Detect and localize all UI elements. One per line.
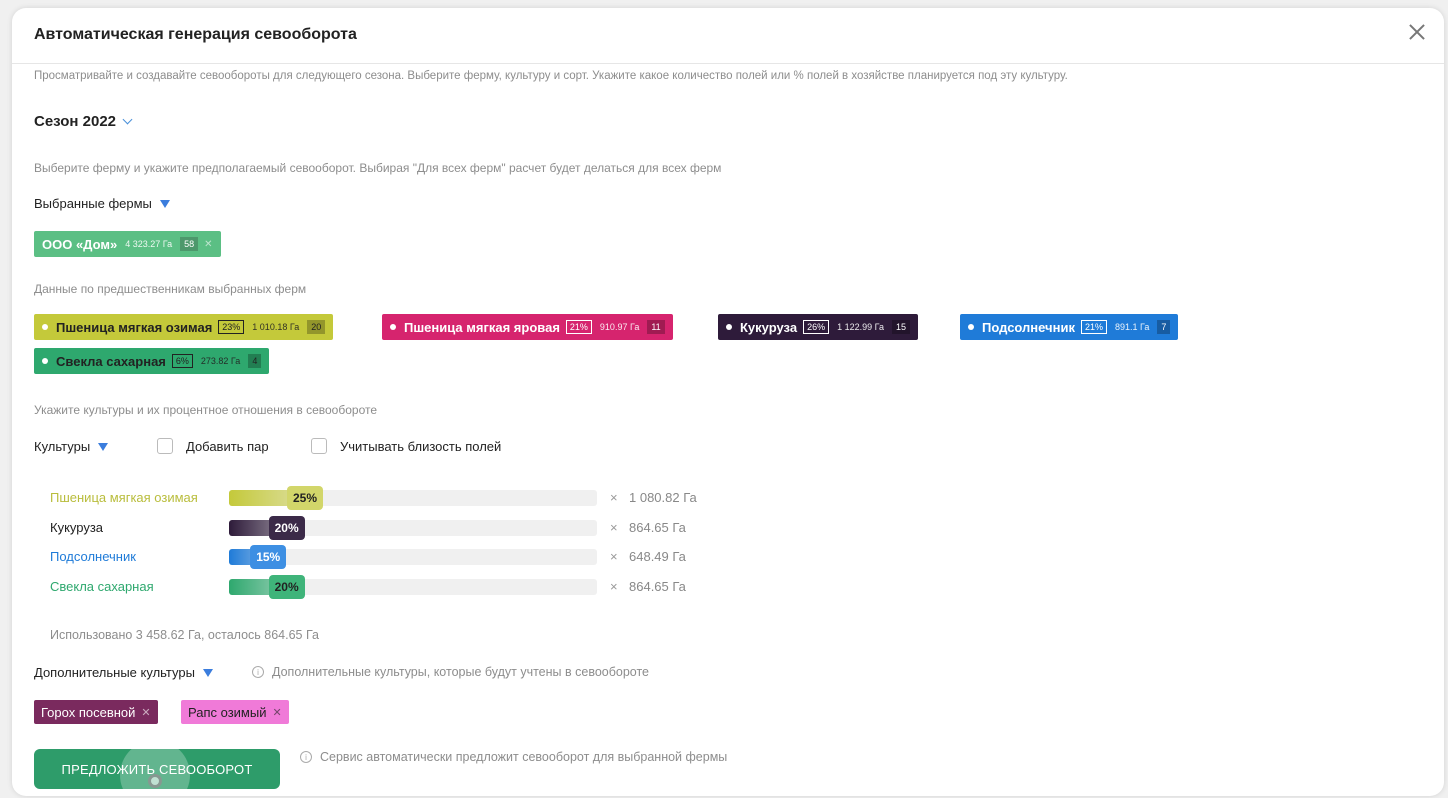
close-icon[interactable]: ✕ — [272, 706, 281, 719]
season-label: Сезон 2022 — [34, 113, 117, 130]
predecessors-label: Данные по предшественникам выбранных фер… — [34, 282, 307, 296]
crops-label: Культуры — [34, 439, 91, 454]
close-icon[interactable]: ✕ — [141, 706, 150, 719]
crop-name: Свекла сахарная — [50, 579, 154, 594]
add-fallow-label: Добавить пар — [186, 439, 269, 454]
selected-farms-label: Выбранные фермы — [34, 196, 152, 211]
predecessor-chip[interactable]: Подсолнечник 21% 891.1 Га 7 — [960, 314, 1179, 340]
info-icon: i — [252, 666, 264, 678]
crop-slider-handle[interactable]: 20% — [268, 575, 305, 599]
predecessor-area: 910.97 Га — [599, 322, 640, 332]
chevron-down-icon — [122, 114, 133, 125]
season-selector[interactable]: Сезон 2022 — [34, 113, 133, 130]
crops-hint: Укажите культуры и их процентное отношен… — [34, 403, 378, 417]
info-icon: i — [300, 751, 312, 763]
extra-crops-hint-text: Дополнительные культуры, которые будут у… — [272, 665, 649, 679]
predecessor-area: 273.82 Га — [200, 356, 241, 366]
crop-name: Кукуруза — [50, 520, 104, 535]
predecessor-percent: 21% — [565, 320, 592, 334]
extra-crop-name: Горох посевной — [41, 704, 136, 720]
submit-hint-text: Сервис автоматически предложит севооборо… — [320, 750, 728, 764]
predecessor-percent: 21% — [1080, 320, 1107, 334]
modal-header: Автоматическая генерация севооборота — [12, 8, 1444, 64]
crop-slider-handle[interactable]: 25% — [287, 486, 324, 510]
predecessor-name: Подсолнечник — [982, 319, 1075, 335]
crop-area: 864.65 Га — [629, 579, 686, 594]
extra-crops-hint: i Дополнительные культуры, которые будут … — [252, 665, 649, 679]
crops-dropdown[interactable]: Культуры — [34, 439, 109, 454]
caret-down-icon — [159, 200, 170, 208]
crop-slider-handle[interactable]: 20% — [268, 516, 305, 540]
field-proximity-label: Учитывать близость полей — [340, 439, 502, 454]
extra-crops-dropdown[interactable]: Дополнительные культуры — [34, 665, 213, 680]
predecessor-chip[interactable]: Свекла сахарная 6% 273.82 Га 4 — [34, 348, 270, 374]
predecessor-chip[interactable]: Пшеница мягкая яровая 21% 910.97 Га 11 — [382, 314, 673, 340]
add-fallow-checkbox[interactable] — [157, 438, 173, 454]
dot-icon — [390, 324, 396, 330]
predecessor-percent: 26% — [803, 320, 830, 334]
dot-icon — [42, 324, 48, 330]
used-area-text: Использовано 3 458.62 Га, осталось 864.6… — [50, 628, 319, 642]
selected-farms-dropdown[interactable]: Выбранные фермы — [34, 196, 170, 211]
predecessor-count: 4 — [248, 354, 262, 368]
predecessor-name: Кукуруза — [740, 319, 798, 335]
modal-title: Автоматическая генерация севооборота — [34, 26, 357, 43]
farm-chip[interactable]: ООО «Дом» 4 323.27 Га 58 ✕ — [34, 231, 221, 257]
multiply-icon: × — [610, 579, 618, 594]
crop-area: 864.65 Га — [629, 520, 686, 535]
predecessor-count: 7 — [1157, 320, 1171, 334]
predecessor-count: 15 — [892, 320, 911, 334]
farm-chip-area: 4 323.27 Га — [125, 239, 173, 249]
predecessor-percent: 6% — [171, 354, 193, 368]
caret-down-icon — [202, 669, 213, 677]
predecessor-percent: 23% — [218, 320, 245, 334]
extra-crop-name: Рапс озимый — [188, 704, 267, 720]
farm-chip-count: 58 — [180, 237, 199, 251]
cursor-indicator — [148, 774, 162, 788]
close-icon[interactable]: ✕ — [204, 239, 212, 250]
predecessor-area: 891.1 Га — [1114, 322, 1150, 332]
predecessor-area: 1 010.18 Га — [252, 322, 300, 332]
predecessor-area: 1 122.99 Га — [837, 322, 885, 332]
predecessor-name: Свекла сахарная — [56, 353, 166, 369]
predecessor-count: 11 — [647, 320, 665, 334]
crop-name: Подсолнечник — [50, 549, 136, 564]
crop-name: Пшеница мягкая озимая — [50, 490, 198, 505]
predecessor-chip[interactable]: Пшеница мягкая озимая 23% 1 010.18 Га 20 — [34, 314, 334, 340]
submit-hint: i Сервис автоматически предложит севообор… — [300, 750, 727, 764]
crop-slider-handle[interactable]: 15% — [250, 545, 287, 569]
predecessor-count: 20 — [307, 320, 326, 334]
predecessor-name: Пшеница мягкая озимая — [56, 319, 213, 335]
modal-description: Просматривайте и создавайте севообороты … — [34, 70, 1068, 82]
extra-crops-label: Дополнительные культуры — [34, 665, 195, 680]
multiply-icon: × — [610, 549, 618, 564]
crop-slider-track[interactable]: 20% — [229, 516, 597, 540]
extra-crop-tag[interactable]: Рапс озимый ✕ — [181, 700, 289, 724]
dot-icon — [726, 324, 732, 330]
field-proximity-checkbox[interactable] — [311, 438, 327, 454]
farm-hint: Выберите ферму и укажите предполагаемый … — [34, 161, 722, 175]
multiply-icon: × — [610, 490, 618, 505]
farm-chip-name: ООО «Дом» — [42, 236, 118, 252]
crop-slider-track[interactable]: 20% — [229, 575, 597, 599]
crop-rotation-modal: Автоматическая генерация севооборота Про… — [12, 8, 1444, 796]
crop-slider-track[interactable]: 15% — [229, 545, 597, 569]
predecessor-chip[interactable]: Кукуруза 26% 1 122.99 Га 15 — [718, 314, 919, 340]
crop-area: 648.49 Га — [629, 549, 686, 564]
caret-down-icon — [98, 443, 109, 451]
extra-crop-tag[interactable]: Горох посевной ✕ — [34, 700, 158, 724]
dot-icon — [968, 324, 974, 330]
crop-area: 1 080.82 Га — [629, 490, 697, 505]
crop-slider-track[interactable]: 25% — [229, 486, 597, 510]
predecessor-name: Пшеница мягкая яровая — [404, 319, 560, 335]
dot-icon — [42, 358, 48, 364]
multiply-icon: × — [610, 520, 618, 535]
close-icon[interactable] — [1404, 20, 1430, 46]
